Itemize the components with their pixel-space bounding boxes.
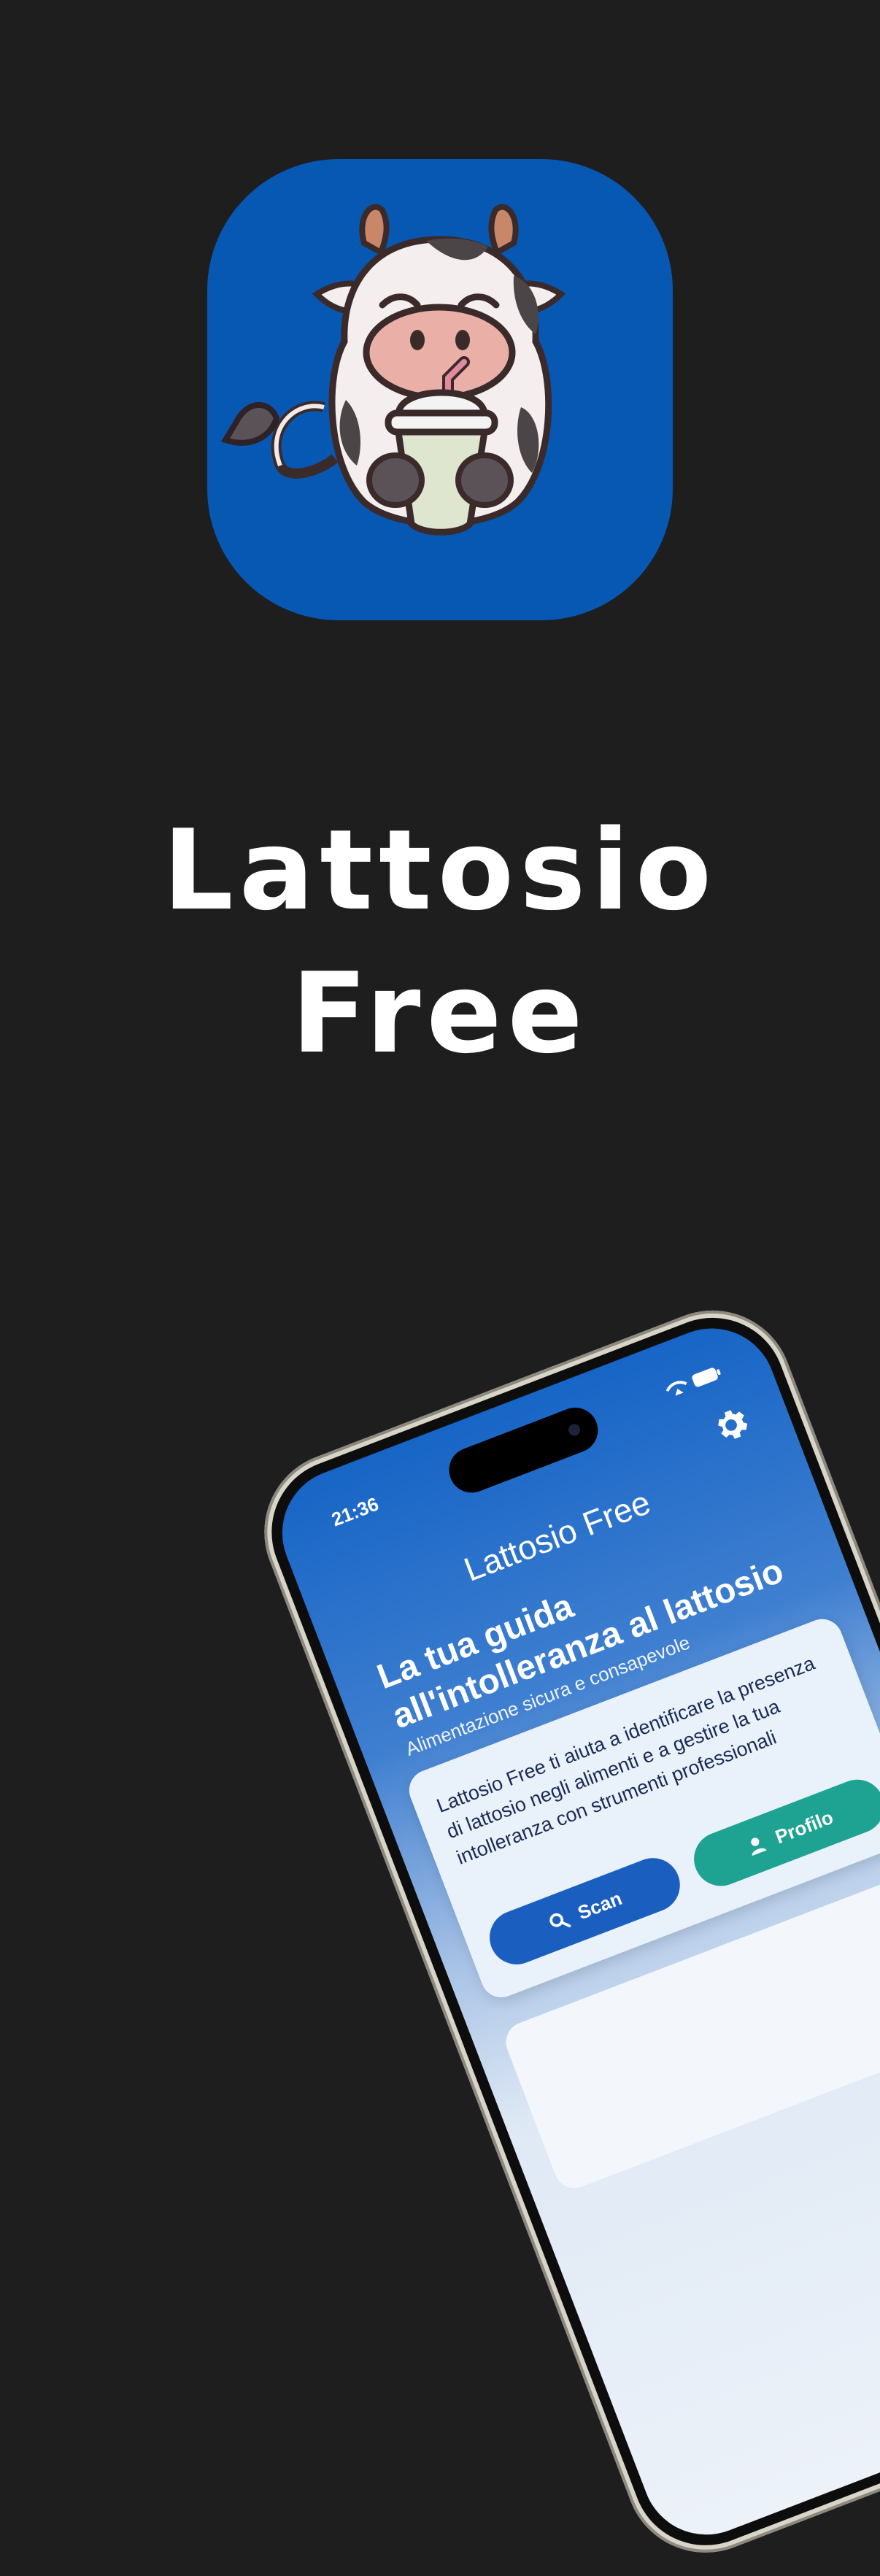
app-icon: [207, 159, 673, 620]
camera-dot: [566, 1422, 582, 1438]
profile-button[interactable]: Profilo: [686, 1771, 880, 1894]
profile-button-label: Profilo: [772, 1805, 836, 1848]
status-time: 21:36: [328, 1492, 382, 1531]
cow-mascot-illustration: [221, 204, 566, 536]
phone-screen: 21:36 Lattosio Free La tua guida all'int…: [263, 1309, 880, 2553]
app-name-line1: Lattosio: [162, 806, 718, 935]
phone-mockup: 21:36 Lattosio Free La tua guida all'int…: [241, 1287, 880, 2576]
battery-icon: [692, 1368, 721, 1387]
scan-button[interactable]: Scan: [482, 1850, 688, 1973]
scan-button-label: Scan: [574, 1886, 625, 1924]
search-icon: [549, 1913, 571, 1928]
status-icons: [629, 1360, 726, 1415]
wifi-icon: [665, 1381, 687, 1396]
app-name-line2: Free: [291, 949, 589, 1078]
person-icon: [751, 1837, 767, 1856]
app-name: Lattosio Free: [0, 799, 880, 1085]
